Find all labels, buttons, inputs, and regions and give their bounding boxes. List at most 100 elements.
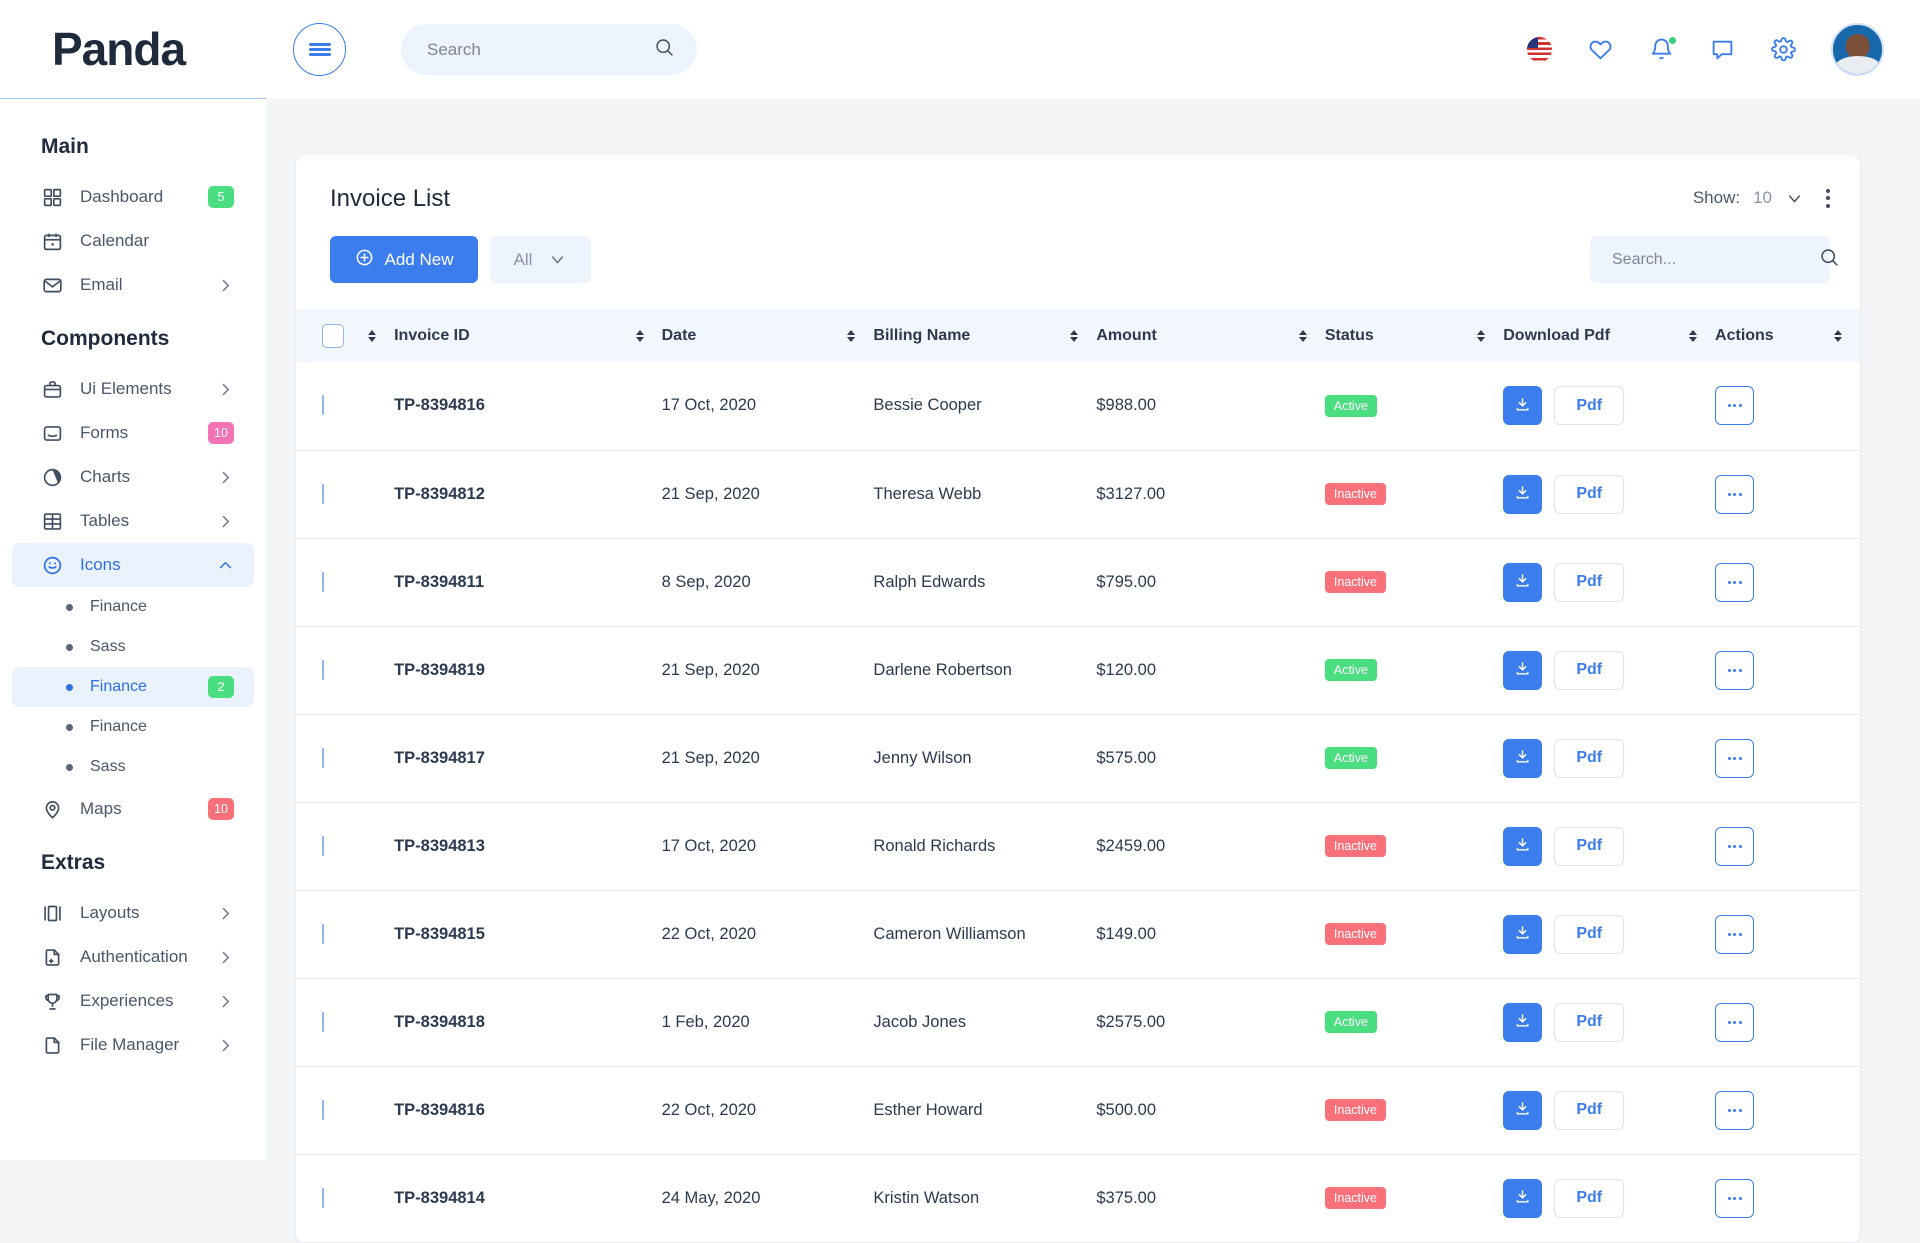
sidebar-item-authentication[interactable]: Authentication [12, 935, 254, 979]
table-search-input[interactable] [1612, 250, 1819, 269]
table-row[interactable]: TP-8394816 17 Oct, 2020 Bessie Cooper $988.… [296, 362, 1860, 450]
download-button[interactable] [1503, 738, 1543, 778]
gear-icon[interactable] [1770, 37, 1796, 63]
table-row[interactable]: TP-8394812 21 Sep, 2020 Theresa Webb $3127.… [296, 450, 1860, 538]
pdf-button[interactable]: Pdf [1554, 826, 1625, 866]
pdf-button[interactable]: Pdf [1554, 738, 1625, 778]
sort-icon[interactable] [635, 329, 662, 342]
pdf-button[interactable]: Pdf [1554, 1178, 1625, 1218]
column-header-download-pdf[interactable]: Download Pdf [1503, 309, 1715, 362]
global-search[interactable] [401, 24, 697, 75]
table-row[interactable]: TP-8394817 21 Sep, 2020 Jenny Wilson $575.0… [296, 714, 1860, 802]
download-button[interactable] [1503, 1002, 1543, 1042]
more-options-button[interactable] [1817, 188, 1830, 208]
column-header-status[interactable]: Status [1325, 309, 1503, 362]
avatar[interactable] [1831, 23, 1884, 76]
sidebar-item-forms[interactable]: Forms 10 [12, 411, 254, 455]
row-checkbox[interactable] [322, 395, 324, 416]
table-row[interactable]: TP-8394814 24 May, 2020 Kristin Watson $375… [296, 1154, 1860, 1242]
table-row[interactable]: TP-8394816 22 Oct, 2020 Esther Howard $500.… [296, 1066, 1860, 1154]
row-actions-button[interactable] [1715, 1002, 1755, 1042]
sidebar-item-calendar[interactable]: Calendar [12, 219, 254, 263]
download-button[interactable] [1503, 914, 1543, 954]
column-header-invoice-id[interactable]: Invoice ID [394, 309, 662, 362]
app-logo[interactable]: Panda [52, 22, 186, 76]
table-row[interactable]: TP-8394811 8 Sep, 2020 Ralph Edwards $795.0… [296, 538, 1860, 626]
download-button[interactable] [1503, 1178, 1543, 1218]
pdf-button[interactable]: Pdf [1554, 386, 1625, 426]
row-actions-button[interactable] [1715, 474, 1755, 514]
row-checkbox[interactable] [322, 483, 324, 504]
row-checkbox[interactable] [322, 923, 324, 944]
row-actions-button[interactable] [1715, 1090, 1755, 1130]
select-all-checkbox[interactable] [322, 323, 344, 348]
sidebar-item-file-manager[interactable]: File Manager [12, 1023, 254, 1067]
bell-icon[interactable] [1648, 35, 1677, 63]
sidebar-subitem-sass[interactable]: Sass [12, 747, 254, 787]
search-input[interactable] [427, 39, 654, 60]
sidebar-item-email[interactable]: Email [12, 263, 254, 307]
row-actions-button[interactable] [1715, 650, 1755, 690]
chevron-down-icon[interactable] [1785, 189, 1804, 208]
download-button[interactable] [1503, 474, 1543, 514]
pdf-button[interactable]: Pdf [1554, 650, 1625, 690]
sidebar-item-tables[interactable]: Tables [12, 499, 254, 543]
row-actions-button[interactable] [1715, 826, 1755, 866]
column-header-amount[interactable]: Amount [1096, 309, 1325, 362]
row-checkbox[interactable] [322, 1011, 324, 1032]
sort-icon[interactable] [1477, 329, 1503, 342]
row-actions-button[interactable] [1715, 914, 1755, 954]
row-checkbox[interactable] [322, 1099, 324, 1120]
column-header-date[interactable]: Date [662, 309, 874, 362]
download-button[interactable] [1503, 650, 1543, 690]
sidebar-item-experiences[interactable]: Experiences [12, 979, 254, 1023]
sort-icon[interactable] [1689, 329, 1715, 342]
pdf-button[interactable]: Pdf [1554, 474, 1625, 514]
sidebar-subitem-finance[interactable]: Finance [12, 587, 254, 627]
row-actions-button[interactable] [1715, 386, 1755, 426]
sort-icon[interactable] [368, 329, 394, 342]
download-button[interactable] [1503, 562, 1543, 602]
download-button[interactable] [1503, 1090, 1543, 1130]
menu-toggle-button[interactable] [293, 23, 346, 76]
column-header-actions[interactable]: Actions [1715, 309, 1860, 362]
sidebar-item-layouts[interactable]: Layouts [12, 891, 254, 935]
row-actions-button[interactable] [1715, 1178, 1755, 1218]
pdf-button[interactable]: Pdf [1554, 914, 1625, 954]
sort-icon[interactable] [1070, 329, 1096, 342]
sidebar-item-dashboard[interactable]: Dashboard 5 [12, 175, 254, 219]
table-search[interactable] [1590, 236, 1838, 283]
sidebar-subitem-sass[interactable]: Sass [12, 627, 254, 667]
table-row[interactable]: TP-8394819 21 Sep, 2020 Darlene Robertson $… [296, 626, 1860, 714]
row-checkbox[interactable] [322, 659, 324, 680]
table-row[interactable]: TP-8394815 22 Oct, 2020 Cameron Williamson… [296, 890, 1860, 978]
sidebar-item-charts[interactable]: Charts [12, 455, 254, 499]
column-header-billing-name[interactable]: Billing Name [873, 309, 1096, 362]
row-checkbox[interactable] [322, 571, 324, 592]
sort-icon[interactable] [847, 329, 873, 342]
sort-icon[interactable] [1834, 329, 1860, 342]
row-checkbox[interactable] [322, 747, 324, 768]
sidebar-item-ui-elements[interactable]: Ui Elements [12, 367, 254, 411]
pdf-button[interactable]: Pdf [1554, 1002, 1625, 1042]
download-button[interactable] [1503, 386, 1543, 426]
add-new-button[interactable]: Add New [330, 236, 478, 283]
filter-dropdown[interactable]: All [490, 236, 591, 283]
heart-icon[interactable] [1587, 37, 1613, 63]
sidebar-item-icons[interactable]: Icons [12, 543, 254, 587]
download-button[interactable] [1503, 826, 1543, 866]
pdf-button[interactable]: Pdf [1554, 562, 1625, 602]
flag-icon[interactable] [1526, 37, 1552, 63]
row-checkbox[interactable] [322, 835, 324, 856]
row-checkbox[interactable] [322, 1187, 324, 1208]
pdf-button[interactable]: Pdf [1554, 1090, 1625, 1130]
table-row[interactable]: TP-8394818 1 Feb, 2020 Jacob Jones $2575.00… [296, 978, 1860, 1066]
table-row[interactable]: TP-8394813 17 Oct, 2020 Ronald Richards $24… [296, 802, 1860, 890]
sort-icon[interactable] [1298, 329, 1325, 342]
sidebar-item-maps[interactable]: Maps 10 [12, 787, 254, 831]
row-actions-button[interactable] [1715, 738, 1755, 778]
sidebar-subitem-finance-active[interactable]: Finance 2 [12, 667, 254, 707]
sidebar-subitem-finance[interactable]: Finance [12, 707, 254, 747]
chat-icon[interactable] [1709, 37, 1735, 63]
row-actions-button[interactable] [1715, 562, 1755, 602]
